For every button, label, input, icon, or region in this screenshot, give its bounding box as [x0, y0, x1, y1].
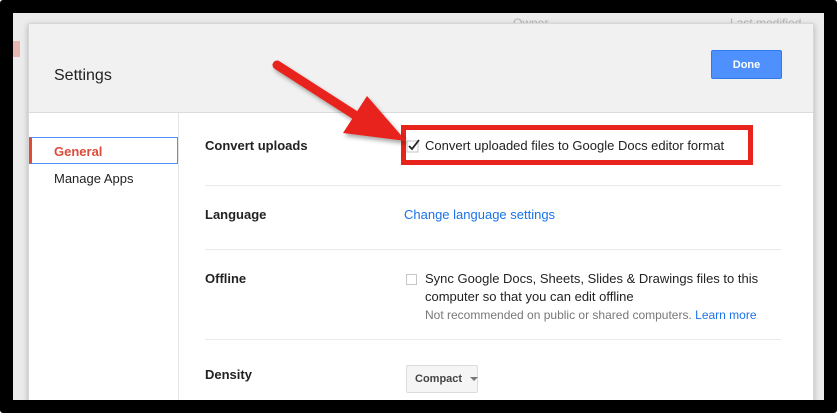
background-sidebar-marker: [13, 41, 20, 57]
offline-sync-checkbox[interactable]: [406, 274, 417, 285]
done-button[interactable]: Done: [711, 50, 782, 79]
offline-label: Offline: [205, 271, 247, 286]
divider: [205, 185, 781, 186]
settings-sidebar: General Manage Apps: [29, 113, 179, 400]
annotation-highlight-box: [401, 125, 753, 165]
dialog-header: Settings Done: [29, 24, 813, 113]
language-label: Language: [205, 207, 267, 222]
chevron-down-icon: [470, 377, 479, 381]
offline-option-line2: computer so that you can edit offline: [425, 289, 634, 304]
density-dropdown[interactable]: Compact: [406, 365, 479, 393]
settings-dialog: Settings Done General Manage Apps Conver…: [28, 23, 814, 400]
offline-option-line1: Sync Google Docs, Sheets, Slides & Drawi…: [425, 271, 759, 286]
screenshot-frame: Owner Last modified Settings Done Genera…: [0, 0, 837, 413]
offline-hint-text: Not recommended on public or shared comp…: [425, 308, 692, 322]
divider: [205, 339, 781, 340]
density-label: Density: [205, 367, 252, 382]
dialog-title: Settings: [54, 67, 112, 84]
sidebar-item-manage-apps[interactable]: Manage Apps: [29, 165, 178, 192]
change-language-link[interactable]: Change language settings: [404, 207, 555, 222]
divider: [205, 249, 781, 250]
convert-uploads-label: Convert uploads: [205, 138, 308, 153]
sidebar-item-general[interactable]: General: [29, 137, 178, 164]
density-value: Compact: [415, 373, 463, 385]
learn-more-link[interactable]: Learn more: [695, 308, 756, 322]
offline-hint: Not recommended on public or shared comp…: [425, 308, 757, 322]
